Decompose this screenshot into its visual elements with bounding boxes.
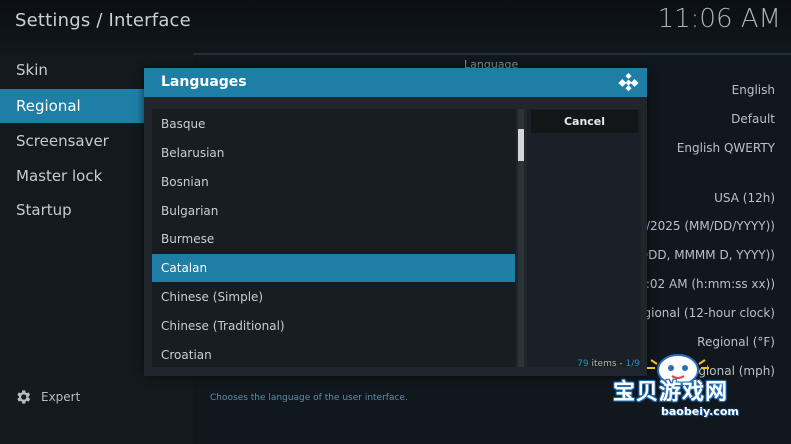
setting-description: Chooses the language of the user interfa… [210,393,408,403]
page-title: Settings / Interface [15,10,191,31]
languages-dialog: Languages Basque Belarusian Bosnian Bulg… [144,68,647,376]
watermark: 宝贝游戏网 baobeiy.com [613,350,785,442]
dialog-header: Languages [144,68,647,97]
item-count-number: 79 [577,359,589,369]
gear-icon [17,390,31,404]
kodi-logo-icon [618,72,639,92]
dialog-title: Languages [161,74,247,90]
language-list: Basque Belarusian Bosnian Bulgarian Burm… [152,109,516,367]
sidebar-item-label: Regional [16,97,81,115]
sidebar-item-label: Skin [16,61,48,79]
language-item[interactable]: Burmese [152,225,515,253]
dialog-button-column [527,109,641,367]
language-item[interactable]: Bulgarian [152,197,515,225]
sidebar-item-label: Startup [16,201,72,219]
sidebar-item-label: Screensaver [16,132,109,150]
divider [193,53,791,55]
setting-value-long-date[interactable]: DDD, MMMM D, YYYY)) [639,248,775,262]
setting-value-short-date[interactable]: /2025 (MM/DD/YYYY)) [646,219,775,233]
scrollbar[interactable] [518,109,524,367]
setting-value-24h-format[interactable]: egional (12-hour clock) [636,306,775,320]
setting-value-region[interactable]: USA (12h) [714,191,775,205]
setting-value-temperature-unit[interactable]: Regional (°F) [697,335,775,349]
language-item[interactable]: Chinese (Traditional) [152,312,515,340]
scrollbar-thumb[interactable] [518,129,524,161]
clock: 11:06 AM [657,4,781,34]
language-item[interactable]: Basque [152,110,515,138]
sidebar-item-label: Master lock [16,167,103,185]
expert-level-button[interactable]: Expert [14,386,80,408]
setting-value-character-set[interactable]: Default [731,112,775,126]
watermark-url: baobeiy.com [661,405,739,418]
language-item[interactable]: Croatian [152,341,515,369]
language-item[interactable]: Chinese (Simple) [152,283,515,311]
cancel-button[interactable]: Cancel [531,110,638,133]
language-item[interactable]: Bosnian [152,168,515,196]
language-item-selected[interactable]: Catalan [152,254,515,282]
setting-value-keyboard-layout[interactable]: English QWERTY [677,141,775,155]
setting-value-language[interactable]: English [732,83,775,97]
watermark-text: 宝贝游戏网 [613,380,729,405]
language-item[interactable]: Belarusian [152,139,515,167]
setting-value-time-format[interactable]: 5:02 AM (h:mm:ss xx)) [638,277,775,291]
expert-label: Expert [41,390,81,404]
